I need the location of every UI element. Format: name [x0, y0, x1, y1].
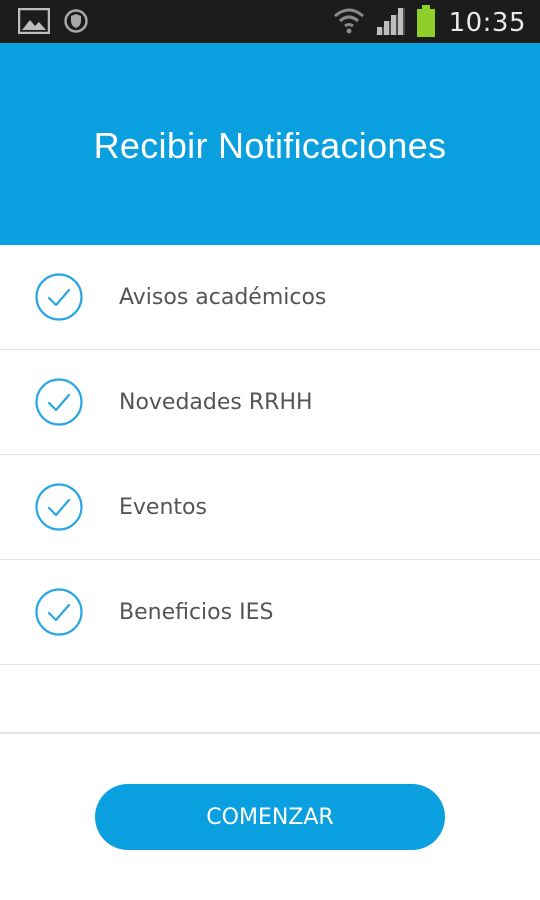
list-item-label: Novedades RRHH: [119, 389, 313, 415]
list-item-eventos[interactable]: Eventos: [0, 455, 540, 560]
check-circle-icon[interactable]: [34, 587, 84, 637]
list-item-novedades[interactable]: Novedades RRHH: [0, 350, 540, 455]
wifi-icon: [333, 4, 365, 42]
footer-divider: [0, 732, 540, 734]
status-bar-right: 10:35: [333, 4, 526, 42]
status-bar: 10:35: [0, 0, 540, 43]
list-item-label: Avisos académicos: [119, 284, 327, 310]
notifications-list: Avisos académicos Novedades RRHH Eventos…: [0, 245, 540, 665]
signal-icon: [373, 5, 407, 41]
list-item-avisos[interactable]: Avisos académicos: [0, 245, 540, 350]
page-title: Recibir Notificaciones: [93, 125, 447, 166]
header-banner: Recibir Notificaciones: [0, 43, 540, 245]
check-circle-icon[interactable]: [34, 377, 84, 427]
list-item-label: Eventos: [119, 494, 207, 520]
battery-icon: [415, 4, 437, 42]
check-circle-icon[interactable]: [34, 482, 84, 532]
image-icon: [17, 7, 51, 38]
status-bar-left: [17, 7, 88, 38]
list-item-beneficios[interactable]: Beneficios IES: [0, 560, 540, 665]
list-item-label: Beneficios IES: [119, 599, 274, 625]
start-button[interactable]: COMENZAR: [95, 784, 445, 850]
check-circle-icon[interactable]: [34, 272, 84, 322]
shield-icon: [64, 8, 88, 38]
status-time: 10:35: [448, 8, 526, 38]
